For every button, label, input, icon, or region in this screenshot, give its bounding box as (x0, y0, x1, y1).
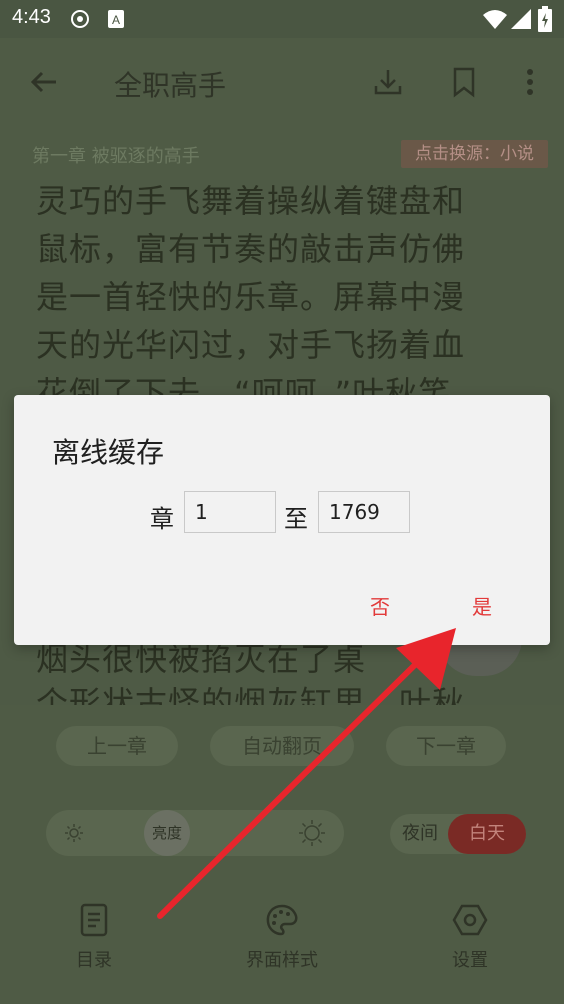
auto-page-button[interactable]: 自动翻页 (210, 726, 354, 766)
toc-icon (80, 903, 108, 937)
download-icon[interactable] (368, 62, 408, 102)
chapter-label: 章 (150, 505, 174, 533)
change-source-button[interactable]: 点击换源：小说 (401, 140, 548, 168)
prev-chapter-button[interactable]: 上一章 (56, 726, 178, 766)
confirm-button[interactable]: 是 (472, 591, 492, 620)
from-chapter-input[interactable]: 1 (184, 491, 276, 533)
app-bar: 全职高手 (0, 38, 564, 128)
bottom-menu: 上一章 自动翻页 下一章 亮度 夜间 白天 目录 界面样式 设置 (0, 706, 564, 1004)
signal-icon (511, 9, 531, 29)
back-arrow-icon[interactable] (24, 62, 64, 102)
wifi-icon (483, 10, 507, 29)
settings-label: 设置 (452, 950, 488, 971)
to-label: 至 (284, 505, 308, 533)
dialog-title: 离线缓存 (52, 436, 165, 469)
settings-icon (452, 904, 488, 936)
content-line: 个形状古怪的烟灰缸里。叶秋 (36, 684, 466, 705)
toc-label: 目录 (76, 950, 112, 971)
next-chapter-button[interactable]: 下一章 (386, 726, 506, 766)
sync-icon (71, 10, 89, 28)
offline-cache-dialog: 离线缓存 章 1 至 1769 否 是 (14, 395, 550, 645)
content-line: 灵巧的手飞舞着操纵着键盘和 (36, 182, 466, 220)
content-line: 天的光华闪过，对手飞扬着血 (36, 326, 466, 364)
settings-button[interactable]: 设置 (410, 902, 530, 972)
chapter-title: 第一章 被驱逐的高手 (32, 146, 200, 167)
brightness-knob[interactable]: 亮度 (144, 810, 190, 856)
style-button[interactable]: 界面样式 (222, 902, 342, 972)
more-vert-icon[interactable] (510, 62, 550, 102)
content-line: 鼠标，富有节奏的敲击声仿佛 (36, 230, 466, 268)
brightness-slider[interactable]: 亮度 (46, 810, 344, 856)
page-title: 全职高手 (114, 69, 227, 102)
cancel-button[interactable]: 否 (370, 591, 390, 620)
palette-icon (266, 904, 298, 936)
style-label: 界面样式 (246, 950, 318, 971)
svg-text:A: A (112, 13, 120, 27)
brightness-low-icon (65, 824, 83, 842)
status-time: 4:43 (12, 6, 51, 28)
status-bar: 4:43 A (0, 0, 564, 38)
chapter-strip: 第一章 被驱逐的高手 点击换源：小说 (0, 128, 564, 180)
to-chapter-input[interactable]: 1769 (318, 491, 410, 533)
toc-button[interactable]: 目录 (34, 902, 154, 972)
night-mode-button[interactable]: 夜间 (402, 814, 438, 854)
brightness-high-icon (299, 820, 325, 846)
bookmark-icon[interactable] (444, 62, 484, 102)
a-badge-icon: A (108, 10, 124, 28)
day-night-toggle[interactable]: 夜间 白天 (390, 814, 526, 854)
content-line: 是一首轻快的乐章。屏幕中漫 (36, 278, 466, 316)
day-mode-button[interactable]: 白天 (448, 814, 526, 854)
battery-icon (538, 6, 552, 32)
